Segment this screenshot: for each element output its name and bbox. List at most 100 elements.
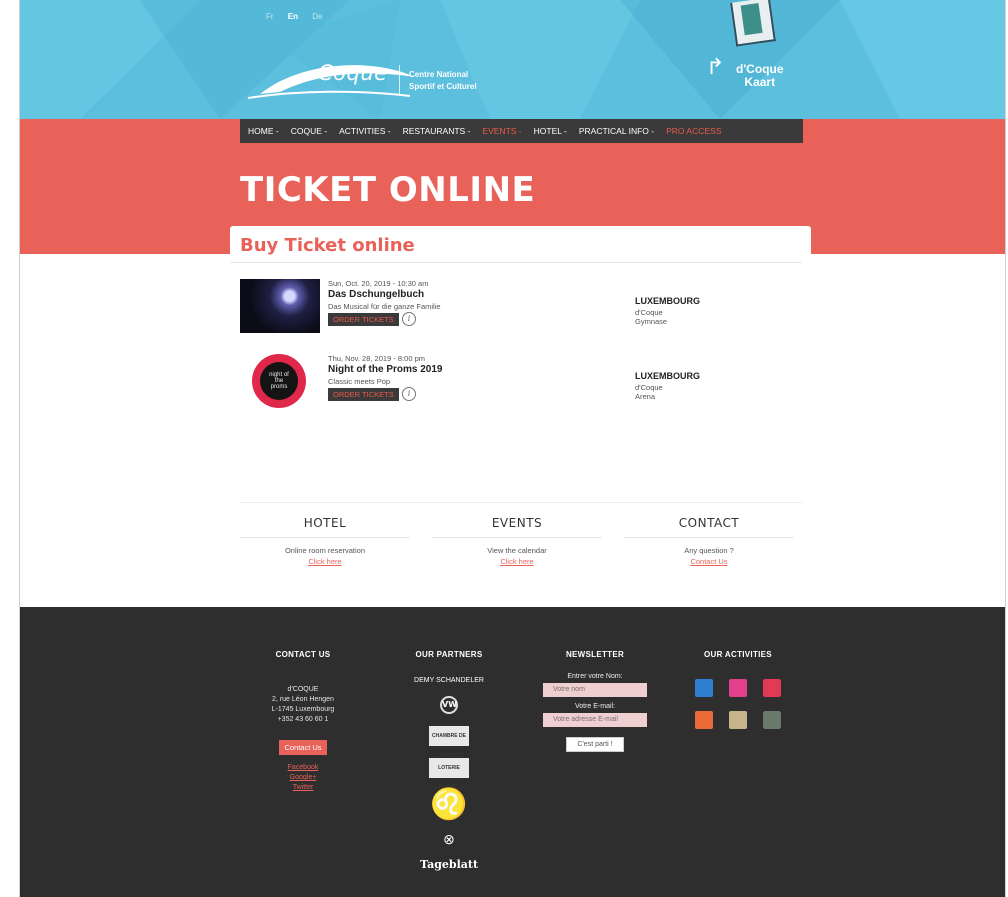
tagline-line-1: Centre National xyxy=(409,70,469,79)
footer-contact: CONTACT US d'COQUE 2, rue Léon Hengen L-… xyxy=(243,650,363,793)
contact-heading: CONTACT xyxy=(624,512,794,538)
main-nav: HOME - COQUE - ACTIVITIES - RESTAURANTS … xyxy=(240,119,803,143)
event-date: Sun, Oct. 20, 2019 - 10:30 am xyxy=(328,279,429,288)
event-row: Sun, Oct. 20, 2019 - 10:30 am Das Dschun… xyxy=(240,279,800,341)
chambre-de-commerce-logo[interactable]: CHAMBRE DE COMMERCE xyxy=(429,726,469,759)
nav-events[interactable]: EVENTS - xyxy=(482,126,521,136)
newsletter-email-label: Votre E-mail: xyxy=(574,703,616,710)
curved-arrow-icon: ↱ xyxy=(706,55,725,80)
newsletter-name-input[interactable]: Votre nom xyxy=(543,683,647,697)
order-tickets-button[interactable]: ORDER TICKETS xyxy=(328,388,399,401)
tagline-line-2: Sportif et Culturel xyxy=(409,82,477,91)
lang-de[interactable]: De xyxy=(312,12,322,21)
logo-wordmark: Coque xyxy=(318,61,388,85)
contact-column: CONTACT Any question ? Contact Us xyxy=(624,512,794,566)
hotel-link[interactable]: Click here xyxy=(240,557,410,566)
logo-tagline: Centre National Sportif et Culturel xyxy=(409,69,477,93)
lion-emblem-icon[interactable]: ♌ xyxy=(430,790,467,820)
address-street: 2, rue Léon Hengen xyxy=(272,696,334,703)
event-hall: Gymnase xyxy=(635,317,668,326)
kaart-link[interactable]: d'Coque Kaart xyxy=(736,63,784,89)
thumbnail-text: night of the proms xyxy=(269,372,289,390)
event-name[interactable]: Night of the Proms 2019 xyxy=(328,364,442,375)
events-column: EVENTS View the calendar Click here xyxy=(432,512,602,566)
newsletter-title: NEWSLETTER xyxy=(565,650,625,659)
volkswagen-logo[interactable]: VW xyxy=(440,696,458,714)
page-frame: Fr En De Coque Centre National Sportif e… xyxy=(19,0,1006,897)
event-name[interactable]: Das Dschungelbuch xyxy=(328,289,424,300)
info-icon[interactable]: i xyxy=(402,312,416,326)
event-subtitle: Classic meets Pop xyxy=(328,377,391,386)
nav-home[interactable]: HOME - xyxy=(248,126,279,136)
info-icon[interactable]: i xyxy=(402,387,416,401)
restaurant-icon[interactable] xyxy=(729,711,747,729)
facebook-link[interactable]: Facebook xyxy=(243,763,363,773)
event-subtitle: Das Musical für die ganze Familie xyxy=(328,302,441,311)
contact-text: Any question ? xyxy=(684,546,734,555)
hotel-column: HOTEL Online room reservation Click here xyxy=(240,512,410,566)
contact-link[interactable]: Contact Us xyxy=(624,557,794,566)
header-pattern xyxy=(20,0,1005,119)
lang-fr[interactable]: Fr xyxy=(266,12,274,21)
twitter-link[interactable]: Twitter xyxy=(243,783,363,793)
lang-en[interactable]: En xyxy=(288,12,298,21)
kaart-line-2: Kaart xyxy=(744,75,776,89)
site-logo[interactable]: Coque xyxy=(240,52,420,100)
nav-coque[interactable]: COQUE - xyxy=(291,126,327,136)
nav-activities[interactable]: ACTIVITIES - xyxy=(339,126,390,136)
hotel-text: Online room reservation xyxy=(284,546,366,555)
address-block: d'COQUE 2, rue Léon Hengen L-1745 Luxemb… xyxy=(243,685,363,725)
site-header: Fr En De Coque Centre National Sportif e… xyxy=(20,0,1005,119)
footer-activities: OUR ACTIVITIES xyxy=(678,650,798,729)
language-switcher: Fr En De xyxy=(266,12,335,21)
columns-divider xyxy=(240,502,803,503)
section-title: Buy Ticket online xyxy=(240,235,415,256)
wellness-icon[interactable] xyxy=(763,679,781,697)
footer-contact-button[interactable]: Contact Us xyxy=(279,740,327,755)
footer-newsletter: NEWSLETTER Entrer votre Nom: Votre nom V… xyxy=(532,650,658,752)
footer-partners-title: OUR PARTNERS xyxy=(415,650,483,659)
google-plus-link[interactable]: Google+ xyxy=(243,773,363,783)
page-title: TICKET ONLINE xyxy=(240,170,536,210)
nav-pro-access[interactable]: PRO ACCESS xyxy=(666,126,721,136)
order-tickets-button[interactable]: ORDER TICKETS xyxy=(328,313,399,326)
newsletter-name-label: Entrer votre Nom: xyxy=(567,673,623,680)
newsletter-submit-button[interactable]: C'est parti ! xyxy=(566,737,624,752)
climbing-icon[interactable] xyxy=(695,711,713,729)
address-phone: +352 43 60 60 1 xyxy=(277,716,329,723)
activities-title: OUR ACTIVITIES xyxy=(704,650,772,659)
social-links: Facebook Google+ Twitter xyxy=(243,763,363,793)
partner-logos: DEMY SCHANDELER VW CHAMBRE DE COMMERCE L… xyxy=(389,677,509,871)
nav-hotel[interactable]: HOTEL - xyxy=(534,126,567,136)
address-city: L-1745 Luxembourg xyxy=(271,706,335,713)
event-venue: d'Coque xyxy=(635,308,663,317)
tageblatt-logo[interactable]: Tageblatt xyxy=(420,858,478,871)
event-venue: d'Coque xyxy=(635,383,663,392)
hotel-heading: HOTEL xyxy=(240,512,410,538)
section-divider xyxy=(230,262,802,263)
olympic-rings-icon: ⊗ xyxy=(443,831,455,847)
address-name: d'COQUE xyxy=(287,686,319,693)
event-thumbnail[interactable] xyxy=(240,279,320,333)
newsletter-email-input[interactable]: Votre adresse E-mail xyxy=(543,713,647,727)
loterie-nationale-logo[interactable]: LOTERIE NATIONALE xyxy=(429,758,469,791)
event-city: LUXEMBOURG xyxy=(635,296,700,306)
demy-schandeler-logo[interactable]: DEMY SCHANDELER xyxy=(414,677,484,684)
event-thumbnail[interactable]: night of the proms xyxy=(252,354,306,408)
hotel-icon[interactable] xyxy=(763,711,781,729)
nav-practical-info[interactable]: PRACTICAL INFO - xyxy=(579,126,654,136)
footer-partners: OUR PARTNERS DEMY SCHANDELER VW CHAMBRE … xyxy=(389,650,509,871)
events-text: View the calendar xyxy=(487,546,547,555)
event-hall: Arena xyxy=(635,392,656,401)
nav-restaurants[interactable]: RESTAURANTS - xyxy=(403,126,471,136)
events-link[interactable]: Click here xyxy=(432,557,602,566)
site-footer xyxy=(20,607,1005,897)
events-heading: EVENTS xyxy=(432,512,602,538)
event-date: Thu, Nov. 28, 2019 - 8:00 pm xyxy=(328,354,425,363)
activity-icons xyxy=(693,679,783,729)
event-row: night of the proms Thu, Nov. 28, 2019 - … xyxy=(240,354,800,416)
kaart-card-icon[interactable] xyxy=(730,0,776,47)
fitness-icon[interactable] xyxy=(729,679,747,697)
logo-separator xyxy=(399,65,400,95)
swimming-icon[interactable] xyxy=(695,679,713,697)
